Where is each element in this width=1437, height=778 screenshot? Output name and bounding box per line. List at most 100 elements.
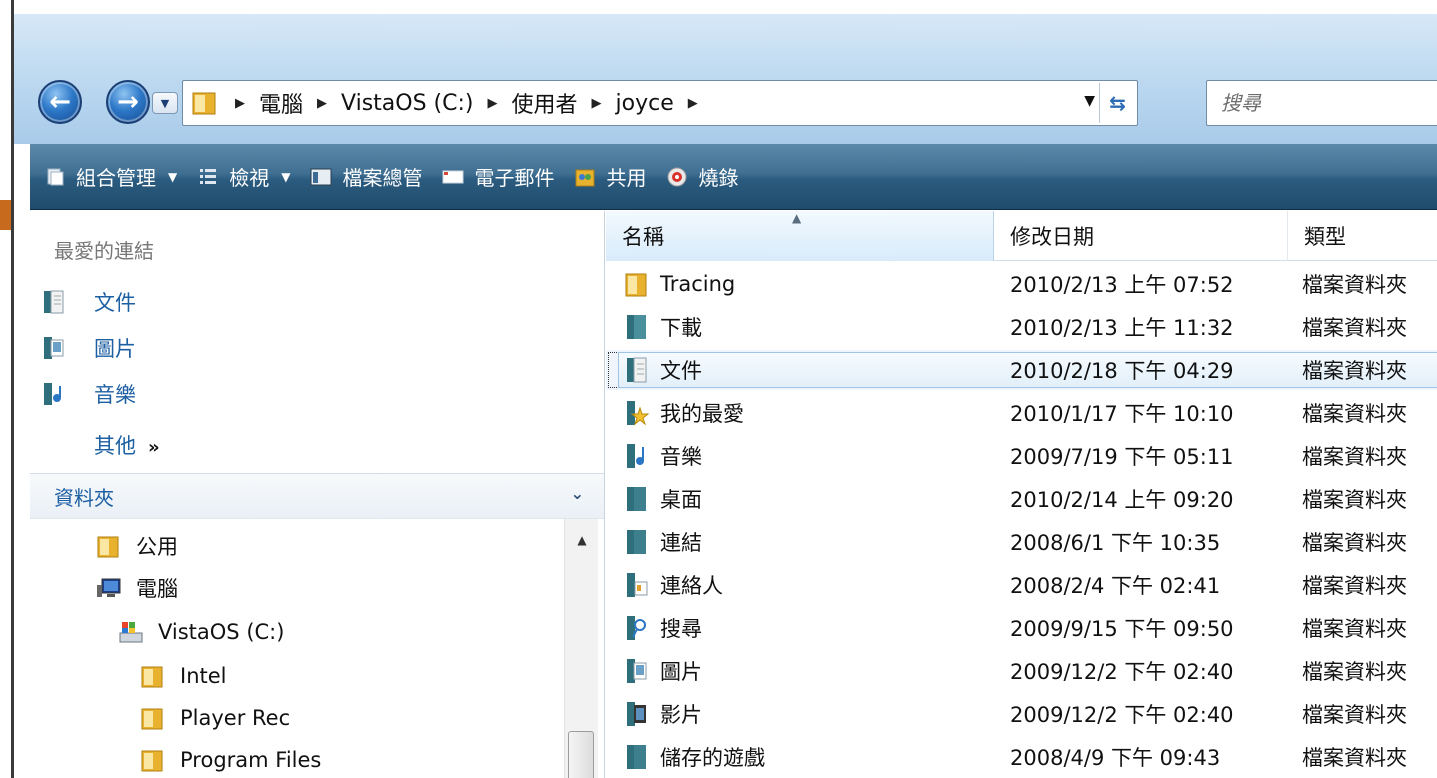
favorite-link-documents[interactable]: 文件: [42, 285, 136, 319]
tree-item-label: Player Rec: [180, 706, 291, 730]
file-name-cell[interactable]: 影片: [624, 699, 702, 729]
folder-icon: [625, 273, 647, 297]
chevron-down-icon: ⌄: [570, 484, 584, 503]
file-name-cell[interactable]: 我的最愛: [624, 398, 744, 428]
tree-item-drive-c[interactable]: VistaOS (C:): [118, 613, 284, 651]
file-row[interactable]: 我的最愛 2010/1/17 下午 10:10 檔案資料夾: [606, 393, 1437, 433]
links-icon: [627, 530, 646, 554]
folders-header[interactable]: 資料夾 ⌄: [30, 473, 604, 519]
arrow-right-icon: →: [117, 87, 139, 117]
tree-item-computer[interactable]: 電腦: [96, 569, 178, 607]
tree-item-public[interactable]: 公用: [96, 527, 178, 565]
email-label: 電子郵件: [474, 166, 555, 190]
explore-button[interactable]: 檔案總管: [310, 162, 422, 191]
file-date: 2009/9/15 下午 09:50: [1010, 617, 1234, 641]
file-row[interactable]: Tracing 2010/2/13 上午 07:52 檔案資料夾: [606, 264, 1437, 304]
column-header-label: 修改日期: [1010, 225, 1094, 249]
search-box[interactable]: [1206, 80, 1437, 126]
file-type: 檔案資料夾: [1302, 617, 1407, 641]
file-row[interactable]: 桌面 2010/2/14 上午 09:20 檔案資料夾: [606, 479, 1437, 519]
file-name-cell[interactable]: 桌面: [624, 484, 702, 514]
column-header-label: 類型: [1304, 225, 1346, 249]
breadcrumb-user[interactable]: joyce: [610, 91, 680, 116]
back-button[interactable]: ←: [38, 80, 82, 124]
favorite-link-music[interactable]: 音樂: [42, 377, 136, 411]
tree-item-intel[interactable]: Intel: [140, 657, 227, 695]
file-row[interactable]: 文件 2010/2/18 下午 04:29 檔案資料夾: [606, 350, 1437, 390]
chevron-down-icon: ▼: [160, 96, 170, 110]
file-type: 檔案資料夾: [1302, 316, 1407, 340]
file-row[interactable]: 儲存的遊戲 2008/4/9 下午 09:43 檔案資料夾: [606, 737, 1437, 777]
file-row[interactable]: 連絡人 2008/2/4 下午 02:41 檔案資料夾: [606, 565, 1437, 605]
file-row[interactable]: 下載 2010/2/13 上午 11:32 檔案資料夾: [606, 307, 1437, 347]
file-date: 2010/2/13 上午 11:32: [1010, 316, 1234, 340]
navigation-pane: 最愛的連結 文件 圖片 音樂 其他 » 資料夾 ⌄ 公用 電腦 VistaOS (…: [30, 211, 605, 778]
scroll-up-icon[interactable]: ▲: [565, 533, 599, 547]
file-name-cell[interactable]: 連絡人: [624, 570, 723, 600]
tree-item-label: 公用: [136, 535, 178, 559]
more-label: 其他: [94, 434, 136, 458]
folder-icon: [141, 750, 163, 772]
scroll-thumb[interactable]: [568, 731, 594, 778]
file-name-cell[interactable]: 圖片: [624, 656, 702, 686]
refresh-button[interactable]: ⇆: [1099, 83, 1135, 123]
breadcrumb-separator-icon[interactable]: ▶: [479, 96, 505, 111]
breadcrumb-separator-icon[interactable]: ▶: [227, 96, 253, 111]
recent-pages-button[interactable]: ▼: [152, 92, 178, 114]
file-date: 2010/1/17 下午 10:10: [1010, 402, 1234, 426]
saved-games-icon: [627, 745, 646, 769]
favorite-link-pictures[interactable]: 圖片: [42, 331, 136, 365]
explorer-icon: [310, 166, 332, 188]
tree-item-player-rec[interactable]: Player Rec: [140, 699, 290, 737]
file-row[interactable]: 搜尋 2009/9/15 下午 09:50 檔案資料夾: [606, 608, 1437, 648]
chevron-down-icon: ▼: [281, 169, 291, 184]
file-name-cell[interactable]: 文件: [624, 355, 702, 385]
burn-button[interactable]: 燒錄: [666, 162, 738, 191]
file-row[interactable]: 影片 2009/12/2 下午 02:40 檔案資料夾: [606, 694, 1437, 734]
column-header-row: ▲ 名稱 修改日期 類型: [606, 211, 1437, 261]
breadcrumb-separator-icon[interactable]: ▶: [584, 96, 610, 111]
column-header-name[interactable]: ▲ 名稱: [606, 211, 994, 261]
file-name-cell[interactable]: 連結: [624, 527, 702, 557]
column-header-date[interactable]: 修改日期: [994, 211, 1288, 261]
music-icon: [627, 444, 644, 468]
file-date: 2008/4/9 下午 09:43: [1010, 746, 1221, 770]
address-bar[interactable]: ▶ 電腦 ▶ VistaOS (C:) ▶ 使用者 ▶ joyce ▶ ▼ ⇆: [182, 80, 1138, 126]
file-name-cell[interactable]: 音樂: [624, 441, 702, 471]
file-name-cell[interactable]: 下載: [624, 312, 702, 342]
tree-scrollbar[interactable]: ▲: [564, 519, 598, 778]
column-header-type[interactable]: 類型: [1288, 211, 1437, 261]
file-type: 檔案資料夾: [1302, 273, 1407, 297]
pictures-icon: [44, 337, 64, 359]
views-label: 檢視: [229, 166, 270, 190]
file-name-cell[interactable]: 儲存的遊戲: [624, 742, 765, 772]
breadcrumb-users[interactable]: 使用者: [505, 87, 583, 119]
command-bar: 組合管理 ▼ 檢視 ▼ 檔案總管 電子郵件 共用 燒錄: [30, 144, 1437, 210]
tree-item-program-files[interactable]: Program Files: [140, 741, 321, 778]
breadcrumb-separator-icon[interactable]: ▶: [309, 96, 335, 111]
file-date: 2010/2/14 上午 09:20: [1010, 488, 1234, 512]
views-button[interactable]: 檢視 ▼: [197, 162, 290, 191]
file-type: 檔案資料夾: [1302, 660, 1407, 684]
file-name-cell[interactable]: 搜尋: [624, 613, 702, 643]
favorite-links-more[interactable]: 其他 »: [94, 430, 160, 460]
file-row[interactable]: 圖片 2009/12/2 下午 02:40 檔案資料夾: [606, 651, 1437, 691]
file-row[interactable]: 音樂 2009/7/19 下午 05:11 檔案資料夾: [606, 436, 1437, 476]
file-name-cell[interactable]: Tracing: [624, 269, 735, 299]
favorite-link-label: 文件: [94, 291, 136, 315]
breadcrumb-separator-icon[interactable]: ▶: [680, 96, 706, 111]
organize-button[interactable]: 組合管理 ▼: [44, 162, 177, 191]
breadcrumb-drive[interactable]: VistaOS (C:): [335, 91, 479, 116]
file-row[interactable]: 連結 2008/6/1 下午 10:35 檔案資料夾: [606, 522, 1437, 562]
share-button[interactable]: 共用: [574, 162, 646, 191]
forward-button[interactable]: →: [106, 80, 150, 124]
breadcrumb: ▶ 電腦 ▶ VistaOS (C:) ▶ 使用者 ▶ joyce ▶: [227, 87, 706, 119]
search-input[interactable]: [1207, 81, 1437, 125]
address-dropdown-icon[interactable]: ▼: [1084, 93, 1095, 109]
favorites-icon: [627, 401, 650, 426]
folder-icon: [141, 666, 163, 688]
file-name: 連絡人: [660, 574, 723, 598]
email-button[interactable]: 電子郵件: [442, 162, 554, 191]
contacts-icon: [627, 573, 648, 597]
breadcrumb-computer[interactable]: 電腦: [253, 87, 309, 119]
